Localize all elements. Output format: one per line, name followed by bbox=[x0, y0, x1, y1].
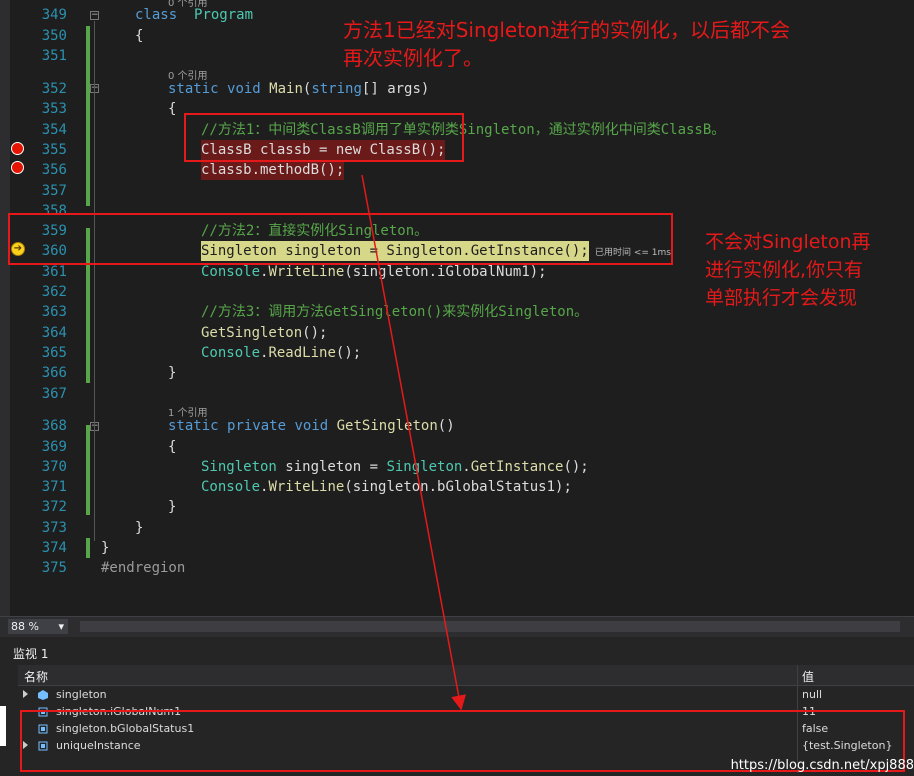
annotation-arrow bbox=[361, 174, 467, 711]
annotation-arrow-svg bbox=[361, 174, 467, 711]
